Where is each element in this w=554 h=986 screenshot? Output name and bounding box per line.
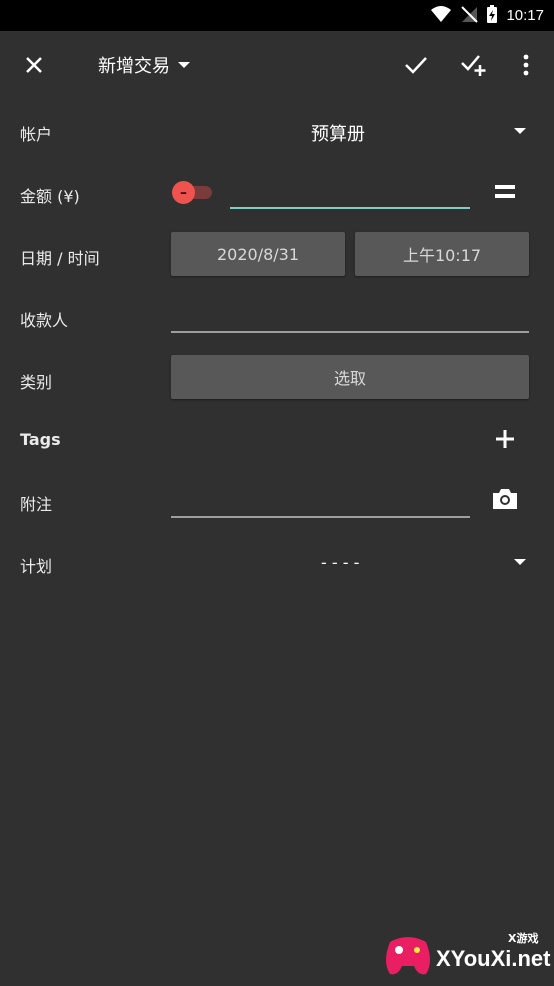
save-button[interactable] [396,31,436,99]
watermark-text: XYouXi.net [436,946,551,971]
close-button[interactable] [14,31,54,99]
chevron-down-icon [514,559,526,565]
gamepad-logo-icon [386,937,430,975]
status-time: 10:17 [506,7,544,24]
time-button[interactable]: 上午10:17 [355,232,529,276]
close-icon [26,57,42,73]
save-and-new-button[interactable] [454,31,494,99]
account-label: 帐户 [20,125,53,144]
category-pick-button[interactable]: 选取 [171,355,529,399]
toggle-thumb: – [172,181,195,204]
sign-toggle[interactable]: – [172,181,214,204]
watermark-logo: X游戏 XYouXi.net [380,926,551,982]
camera-icon [493,489,517,509]
status-bar: 10:17 [0,0,554,31]
payee-label: 收款人 [20,311,69,330]
check-icon [405,57,427,74]
chevron-down-icon [514,128,526,134]
page-title: 新增交易 [98,56,170,77]
calculator-button[interactable] [494,182,516,202]
date-button[interactable]: 2020/8/31 [171,232,345,276]
chevron-down-icon [178,62,190,68]
more-vert-icon [523,54,529,76]
equals-icon [495,185,515,198]
account-value: 预算册 [311,124,365,145]
plus-icon [496,430,514,448]
toolbar: 新增交易 [0,31,554,99]
datetime-label: 日期 / 时间 [20,249,100,268]
watermark-subtext: X游戏 [508,932,539,945]
overflow-menu-button[interactable] [512,31,540,99]
add-tag-button[interactable] [493,427,517,451]
note-input[interactable] [171,484,470,516]
note-underline [171,516,470,518]
wifi-icon [430,5,452,27]
amount-input[interactable] [230,176,470,208]
attach-photo-button[interactable] [491,487,519,511]
check-plus-icon [461,55,486,76]
amount-underline [230,207,470,209]
plan-label: 计划 [20,557,53,576]
payee-input[interactable] [171,298,529,330]
plan-select[interactable]: - - - - [171,540,534,586]
tags-label: Tags [20,430,61,449]
no-signal-icon [460,5,479,27]
amount-label: 金额 (¥) [20,187,80,206]
account-select[interactable]: 预算册 [171,108,534,154]
transaction-type-dropdown[interactable]: 新增交易 [98,31,190,99]
battery-charging-icon [486,4,498,28]
payee-underline [171,331,529,333]
category-label: 类别 [20,373,53,392]
plan-value: - - - - [321,553,360,572]
note-label: 附注 [20,495,53,514]
